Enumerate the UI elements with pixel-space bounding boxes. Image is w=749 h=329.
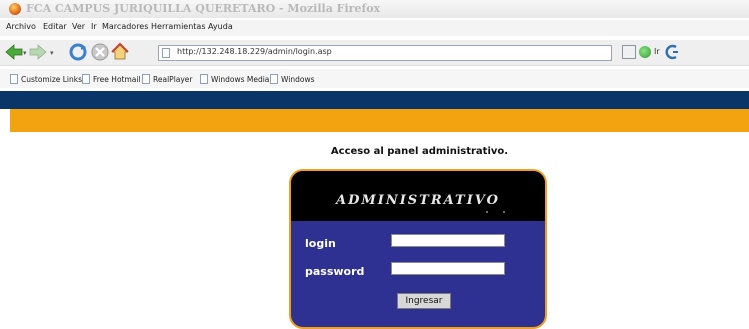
menu-editar[interactable]: Editar	[43, 22, 67, 31]
bookmark-page-icon	[82, 74, 90, 84]
header-gap	[0, 109, 10, 132]
forward-arrow-icon[interactable]	[28, 42, 48, 62]
back-dropdown-icon[interactable]: ▾	[23, 49, 27, 57]
login-panel-title: ADMINISTRATIVO	[336, 193, 500, 208]
login-input[interactable]	[391, 234, 505, 247]
menu-marcadores[interactable]: Marcadores	[102, 22, 148, 31]
home-icon[interactable]	[110, 42, 130, 62]
url-bar[interactable]: http://132.248.18.229/admin/login.asp	[158, 45, 612, 61]
page-heading: Acceso al panel administrativo.	[330, 146, 509, 157]
menu-ir[interactable]: Ir	[91, 22, 97, 31]
decorative-dot	[486, 211, 488, 213]
menu-archivo[interactable]: Archivo	[6, 22, 36, 31]
back-arrow-icon[interactable]	[4, 42, 24, 62]
bookmarks-toolbar: Customize Links Free Hotmail RealPlayer …	[0, 69, 749, 88]
url-text: http://132.248.18.229/admin/login.asp	[177, 47, 332, 56]
ingresar-button[interactable]: Ingresar	[397, 293, 451, 309]
go-label[interactable]: Ir	[654, 47, 660, 56]
menu-herramientas[interactable]: Herramientas	[151, 22, 206, 31]
bookmark-page-icon	[142, 74, 150, 84]
password-input[interactable]	[391, 262, 505, 275]
bookmark-windows-media[interactable]: Windows Media	[200, 73, 269, 85]
site-header-blue-band	[0, 91, 749, 109]
search-engine-icon[interactable]	[665, 44, 679, 60]
bookmark-customize-links[interactable]: Customize Links	[10, 73, 82, 85]
page-icon	[162, 48, 170, 58]
reload-icon[interactable]	[68, 42, 88, 62]
login-panel: ADMINISTRATIVO login password Ingresar	[289, 169, 547, 329]
window-titlebar: FCA CAMPUS JURIQUILLA QUERETARO - Mozill…	[0, 0, 749, 18]
menu-bar: Archivo Editar Ver Ir Marcadores Herrami…	[0, 20, 749, 36]
window-title: FCA CAMPUS JURIQUILLA QUERETARO - Mozill…	[26, 2, 381, 15]
bookmark-page-icon	[270, 74, 278, 84]
url-dropdown-icon[interactable]	[622, 45, 636, 59]
menu-ayuda[interactable]: Ayuda	[208, 22, 233, 31]
go-icon[interactable]	[639, 46, 651, 58]
navigation-toolbar: ▾ ▾ http://132.248.18.229/admin/login.as…	[0, 40, 749, 66]
bookmark-page-icon	[10, 74, 18, 84]
firefox-icon	[9, 3, 21, 15]
login-label: login	[305, 237, 336, 250]
bookmark-page-icon	[200, 74, 208, 84]
stop-icon[interactable]	[90, 42, 110, 62]
decorative-dot	[503, 211, 505, 213]
bookmark-windows[interactable]: Windows	[270, 73, 314, 85]
login-panel-header: ADMINISTRATIVO	[291, 171, 545, 221]
password-label: password	[305, 265, 365, 278]
bookmark-realplayer[interactable]: RealPlayer	[142, 73, 193, 85]
site-header-orange-band	[10, 109, 749, 132]
bookmark-free-hotmail[interactable]: Free Hotmail	[82, 73, 141, 85]
forward-dropdown-icon[interactable]: ▾	[50, 49, 54, 57]
menu-ver[interactable]: Ver	[72, 22, 85, 31]
